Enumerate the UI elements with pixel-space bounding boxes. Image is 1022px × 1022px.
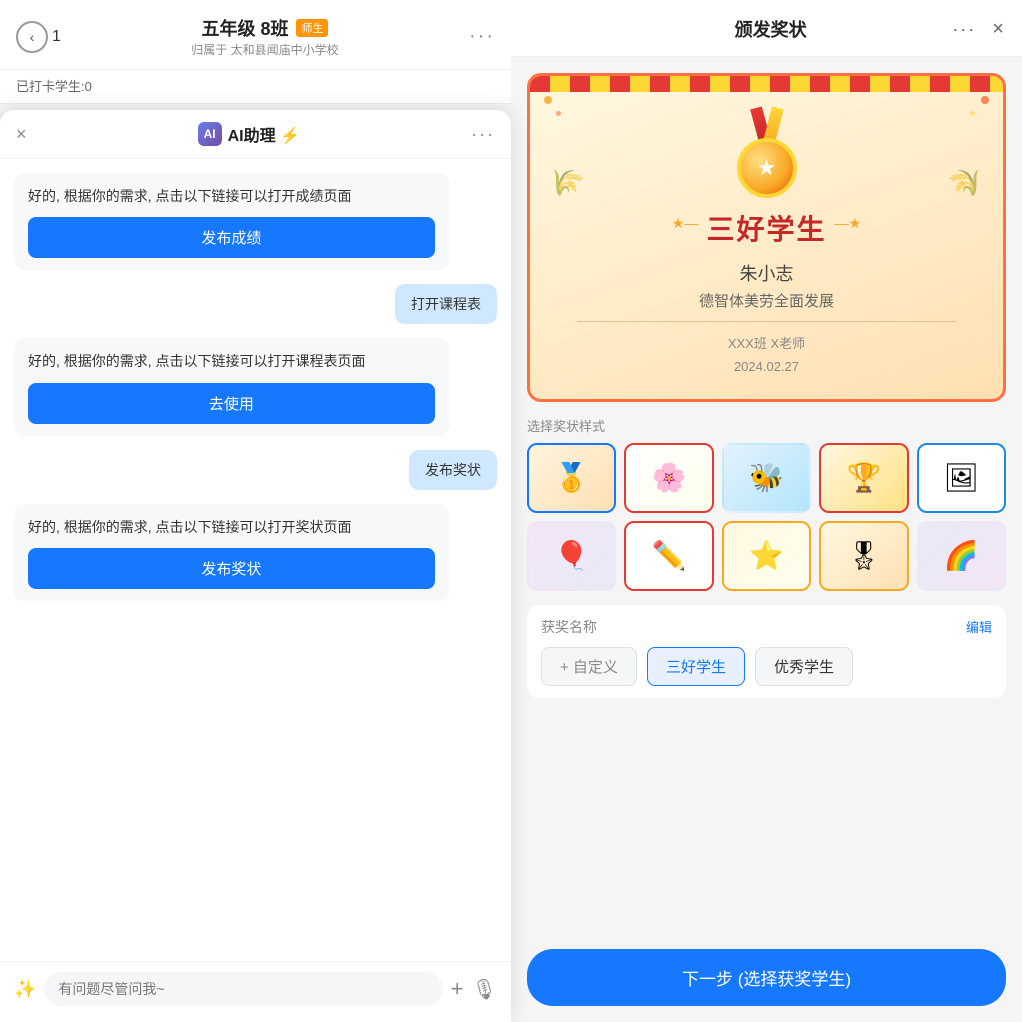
style-icon-bee: 🐝: [724, 445, 809, 511]
award-section-header: 获奖名称 编辑: [541, 617, 992, 637]
cert-class-text: XXX班 X老师: [728, 332, 805, 355]
style-grid: 🥇 🌸 🐝 🏆 🖼 🎈 ✏️: [527, 443, 1006, 591]
publish-award-button[interactable]: 发布奖状: [28, 548, 435, 589]
ai-input-field[interactable]: [44, 972, 442, 1006]
medal-circle: ★: [737, 138, 797, 198]
mic-icon[interactable]: 🎙: [472, 977, 497, 1002]
left-panel: ‹ 1 五年级 8班 师生 归属于 太和县闻庙中小学校 ··· 已打卡学生:0 …: [0, 0, 511, 1022]
cert-student-name: 朱小志: [740, 260, 794, 286]
deco-dot-2: [556, 111, 561, 116]
style-icon-rainbow: 🌈: [919, 523, 1004, 589]
cert-medal: ★: [722, 108, 812, 198]
plus-icon[interactable]: +: [451, 976, 464, 1002]
back-button[interactable]: ‹ 1: [16, 21, 61, 53]
ai-dialog: × AI AI助理 ⚡ ··· 好的, 根据你的需求, 点击以下链接可以打开成绩…: [0, 110, 511, 1022]
cert-star-left: ★—: [672, 215, 699, 232]
style-icon-frame: 🖼: [919, 445, 1004, 511]
right-panel: 颁发奖状 ··· × 🌾 🌾 ★: [511, 0, 1022, 1022]
award-edit-button[interactable]: 编辑: [966, 617, 992, 636]
next-step-button[interactable]: 下一步 (选择获奖学生): [527, 949, 1006, 1006]
back-number: 1: [52, 28, 61, 46]
back-circle-icon: ‹: [16, 21, 48, 53]
deco-dot-1: [544, 96, 552, 104]
deco-dot-3: [981, 96, 989, 104]
ai-dialog-more-icon[interactable]: ···: [471, 124, 495, 145]
deco-dot-4: [970, 111, 975, 116]
award-name-section: 获奖名称 编辑 + 自定义 三好学生 优秀学生: [527, 605, 1006, 698]
right-header-actions: ··· ×: [952, 18, 1004, 41]
ai-dialog-header: × AI AI助理 ⚡ ···: [0, 110, 511, 159]
right-header: 颁发奖状 ··· ×: [511, 0, 1022, 57]
school-name: 归属于 太和县闻庙中小学校: [61, 41, 469, 58]
bot-text-3: 好的, 根据你的需求, 点击以下链接可以打开奖状页面: [28, 519, 352, 535]
teacher-badge: 师生: [296, 19, 328, 37]
style-selector-section: 选择奖状样式 🥇 🌸 🐝 🏆 🖼: [527, 416, 1006, 591]
checkin-info: 已打卡学生:0: [0, 70, 511, 104]
award-tag-youxiu[interactable]: 优秀学生: [755, 647, 853, 686]
bot-text-1: 好的, 根据你的需求, 点击以下链接可以打开成绩页面: [28, 188, 352, 204]
style-item-bee[interactable]: 🐝: [722, 443, 811, 513]
right-title: 颁发奖状: [735, 16, 807, 42]
certificate-card: 🌾 🌾 ★ ★— 三好学生 —★ 朱小志 德智体美劳全面发展 XXX班 X老师: [527, 73, 1006, 402]
cert-date: 2024.02.27: [728, 355, 805, 378]
style-item-flower[interactable]: 🌸: [624, 443, 713, 513]
style-icon-ribbon: 🎖: [821, 523, 906, 589]
award-tag-custom[interactable]: + 自定义: [541, 647, 637, 686]
bot-message-2: 好的, 根据你的需求, 点击以下链接可以打开课程表页面 去使用: [14, 338, 449, 435]
style-selector-label: 选择奖状样式: [527, 416, 1006, 435]
style-icon-balloon: 🎈: [529, 523, 614, 589]
cert-description: 德智体美劳全面发展: [699, 290, 834, 311]
bot-text-2: 好的, 根据你的需求, 点击以下链接可以打开课程表页面: [28, 353, 366, 369]
bot-message-1: 好的, 根据你的需求, 点击以下链接可以打开成绩页面 发布成绩: [14, 173, 449, 270]
class-name: 五年级 8班: [201, 15, 288, 41]
style-item-medal[interactable]: 🥇: [527, 443, 616, 513]
award-tags: + 自定义 三好学生 优秀学生: [541, 647, 992, 686]
style-item-ribbon[interactable]: 🎖: [819, 521, 908, 591]
ai-dialog-title-text: AI助理 ⚡: [228, 122, 300, 146]
magic-icon: ✨: [14, 979, 36, 1000]
user-message-row-1: 打开课程表: [14, 284, 497, 324]
cert-divider: [577, 321, 955, 322]
user-message-1: 打开课程表: [395, 284, 497, 324]
style-item-trophy[interactable]: 🏆: [819, 443, 908, 513]
cert-class-info: XXX班 X老师 2024.02.27: [728, 332, 805, 379]
style-icon-stars: ⭐: [724, 523, 809, 589]
cert-ribbon: [530, 76, 1003, 92]
ai-dialog-title: AI AI助理 ⚡: [198, 122, 300, 146]
style-item-stars[interactable]: ⭐: [722, 521, 811, 591]
ai-dialog-close-button[interactable]: ×: [16, 124, 27, 145]
right-close-button[interactable]: ×: [992, 18, 1004, 41]
user-message-2: 发布奖状: [409, 450, 497, 490]
style-item-frame[interactable]: 🖼: [917, 443, 1006, 513]
style-icon-flower: 🌸: [626, 445, 711, 511]
medal-star-icon: ★: [757, 155, 777, 181]
award-name-label: 获奖名称: [541, 617, 597, 637]
laurel-left: 🌾: [543, 161, 587, 204]
style-item-rainbow[interactable]: 🌈: [917, 521, 1006, 591]
user-message-row-2: 发布奖状: [14, 450, 497, 490]
top-bar-more-icon[interactable]: ···: [469, 25, 495, 48]
award-tag-sanhao[interactable]: 三好学生: [647, 647, 745, 686]
style-item-pencil[interactable]: ✏️: [624, 521, 713, 591]
ai-icon: AI: [198, 122, 222, 146]
cert-star-right: —★: [835, 215, 862, 232]
ai-chat-scroll: 好的, 根据你的需求, 点击以下链接可以打开成绩页面 发布成绩 打开课程表 好的…: [0, 159, 511, 961]
publish-grades-button[interactable]: 发布成绩: [28, 217, 435, 258]
right-more-icon[interactable]: ···: [952, 19, 976, 40]
bot-message-3: 好的, 根据你的需求, 点击以下链接可以打开奖状页面 发布奖状: [14, 504, 449, 601]
top-bar: ‹ 1 五年级 8班 师生 归属于 太和县闻庙中小学校 ···: [0, 0, 511, 70]
style-icon-medal: 🥇: [529, 445, 614, 511]
cert-award-title: 三好学生: [706, 208, 826, 248]
ai-input-bar: ✨ + 🎙: [0, 961, 511, 1022]
style-item-balloon[interactable]: 🎈: [527, 521, 616, 591]
class-title-block: 五年级 8班 师生 归属于 太和县闻庙中小学校: [61, 15, 469, 58]
checkin-count: 已打卡学生:0: [16, 79, 92, 94]
right-scroll-area: 🌾 🌾 ★ ★— 三好学生 —★ 朱小志 德智体美劳全面发展 XXX班 X老师: [511, 57, 1022, 949]
laurel-right: 🌾: [946, 161, 990, 204]
style-icon-pencil: ✏️: [626, 523, 711, 589]
go-use-button[interactable]: 去使用: [28, 383, 435, 424]
cert-title-row: ★— 三好学生 —★: [672, 198, 861, 248]
style-icon-trophy: 🏆: [821, 445, 906, 511]
